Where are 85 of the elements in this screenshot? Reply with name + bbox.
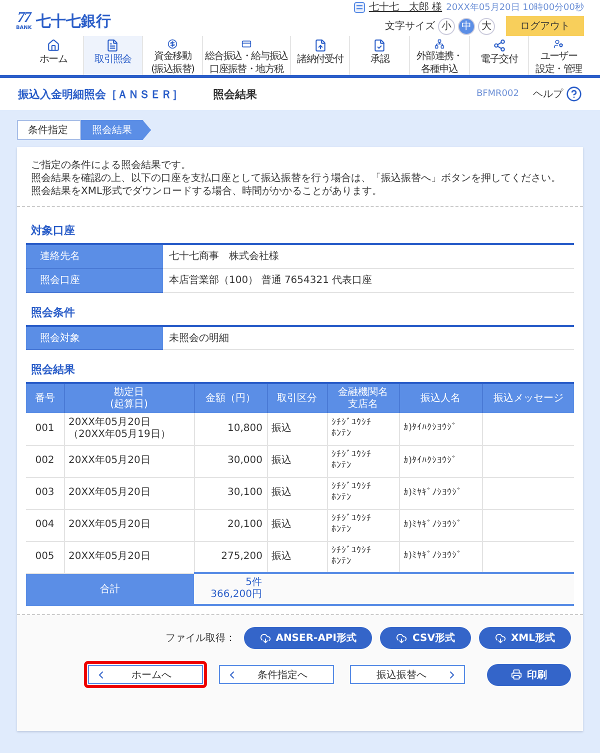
document-arrow-icon xyxy=(314,39,327,52)
table-cell: 20XX年05月20日 （20XX年05月19日） xyxy=(64,413,194,445)
user-name-link[interactable]: 七十七 太郎 様 xyxy=(368,0,442,14)
table-cell: 30,100 xyxy=(194,477,267,509)
login-datetime: 20XX年05月20日 10時00分00秒 xyxy=(446,2,584,14)
table-cell: 20,100 xyxy=(194,509,267,541)
section-heading: 照会条件 xyxy=(31,304,76,320)
row-value: 本店営業部（100） 普通 7654321 代表口座 xyxy=(163,268,574,292)
table-cell: 20XX年05月20日 xyxy=(64,509,194,541)
page-subtitle: 照会結果 xyxy=(213,86,258,102)
intro-text: 照会結果をXML形式でダウンロードする場合、時間がかかることがあります。 xyxy=(31,185,384,198)
help-link[interactable]: ヘルプ xyxy=(533,86,582,102)
nav-tab[interactable]: 総合振込・給与振込 口座振替・地方税 xyxy=(202,36,290,75)
download-button[interactable]: XML形式 xyxy=(478,627,571,649)
download-button[interactable]: ANSER-API形式 xyxy=(244,627,372,649)
print-button[interactable]: 印刷 xyxy=(487,664,571,686)
logout-button[interactable]: ログアウト xyxy=(506,16,584,36)
column-header: 勘定日 (起算日) xyxy=(64,383,194,413)
table-cell: 002 xyxy=(26,445,64,477)
document-check-icon xyxy=(373,39,386,52)
table-cell: ｶ)ﾐﾔｷﾞﾉｼﾖｳｼﾞ xyxy=(399,477,482,509)
column-header: 振込人名 xyxy=(399,383,482,413)
total-count: 5件 xyxy=(244,577,263,589)
table-cell: 003 xyxy=(26,477,64,509)
step-indicator: 照会結果 xyxy=(81,120,151,140)
total-label: 合計 xyxy=(26,573,194,605)
share-icon xyxy=(492,39,506,52)
table-cell: ｼﾁｼﾞﾕｳｼﾁ ﾎﾝﾃﾝ xyxy=(327,445,399,477)
table-cell: 振込 xyxy=(267,477,327,509)
intro-text: 照会結果を確認の上、以下の口座を支払口座として振込振替を行う場合は、「振込振替へ」ボタンを押してください。 xyxy=(31,172,562,185)
step-indicator: 条件指定 xyxy=(17,120,81,140)
table-cell: 001 xyxy=(26,413,64,445)
document-icon xyxy=(106,39,120,52)
screen-id: BFMR002 xyxy=(476,89,519,99)
page-nav-button[interactable]: 条件指定へ xyxy=(219,665,334,684)
table-cell: ｶ)ﾀｲﾊｸｼﾖｳｼﾞ xyxy=(399,445,482,477)
table-cell: ｼﾁｼﾞﾕｳｼﾁ ﾎﾝﾃﾝ xyxy=(327,413,399,445)
nav-tab[interactable]: 取引照会 xyxy=(82,36,142,75)
table-cell: 振込 xyxy=(267,509,327,541)
table-cell: ｼﾁｼﾞﾕｳｼﾁ ﾎﾝﾃﾝ xyxy=(327,509,399,541)
page-nav-button[interactable]: ホームへ xyxy=(88,665,203,684)
table-cell: ｶ)ﾀｲﾊｸｼﾖｳｼﾞ xyxy=(399,413,482,445)
user-card-icon xyxy=(354,2,365,12)
section-heading: 照会結果 xyxy=(31,362,76,377)
table-cell: 20XX年05月20日 xyxy=(64,541,194,573)
row-label: 連絡先名 xyxy=(26,244,163,268)
total-amount: 366,200円 xyxy=(210,589,263,601)
file-download-label: ファイル取得： xyxy=(166,632,236,645)
column-header: 金額（円） xyxy=(194,383,267,413)
page-title: 振込入金明細照会［ＡＮＳＥＲ］ xyxy=(18,86,183,102)
column-header: 振込メッセージ xyxy=(482,383,574,413)
font-size-button[interactable]: 大 xyxy=(478,18,495,34)
cloud-download-icon xyxy=(260,632,271,644)
network-icon xyxy=(432,39,446,49)
page-nav-button[interactable]: 振込振替へ xyxy=(350,665,465,684)
section-heading: 対象口座 xyxy=(31,223,76,238)
table-cell: 20XX年05月20日 xyxy=(64,477,194,509)
home-icon xyxy=(46,39,60,52)
font-size-button[interactable]: 小 xyxy=(438,18,455,34)
column-header: 番号 xyxy=(26,383,64,413)
intro-text: ご指定の条件による照会結果です。 xyxy=(31,159,192,172)
table-cell: 004 xyxy=(26,509,64,541)
row-label: 照会口座 xyxy=(26,268,163,292)
table-cell: 10,800 xyxy=(194,413,267,445)
table-cell: 振込 xyxy=(267,413,327,445)
table-cell: 005 xyxy=(26,541,64,573)
row-value: 七十七商事 株式会社様 xyxy=(163,244,574,268)
table-cell: ｶ)ﾐﾔｷﾞﾉｼﾖｳｼﾞ xyxy=(399,509,482,541)
bank-name: 七十七銀行 xyxy=(36,12,111,30)
printer-icon xyxy=(511,669,522,680)
cloud-download-icon xyxy=(494,632,506,644)
row-value: 未照会の明細 xyxy=(163,326,574,350)
card-icon xyxy=(240,39,253,49)
column-header: 金融機関名 支店名 xyxy=(327,383,399,413)
cloud-download-icon xyxy=(396,632,408,644)
row-label: 照会対象 xyxy=(26,326,163,350)
table-cell: 振込 xyxy=(267,445,327,477)
help-icon xyxy=(566,86,582,102)
table-cell: 20XX年05月20日 xyxy=(64,445,194,477)
table-cell: 30,000 xyxy=(194,445,267,477)
table-cell: ｼﾁｼﾞﾕｳｼﾁ ﾎﾝﾃﾝ xyxy=(327,477,399,509)
download-button[interactable]: CSV形式 xyxy=(380,627,471,649)
user-settings-icon xyxy=(552,39,566,49)
column-header: 取引区分 xyxy=(267,383,327,413)
font-size-label: 文字サイズ xyxy=(385,20,435,33)
